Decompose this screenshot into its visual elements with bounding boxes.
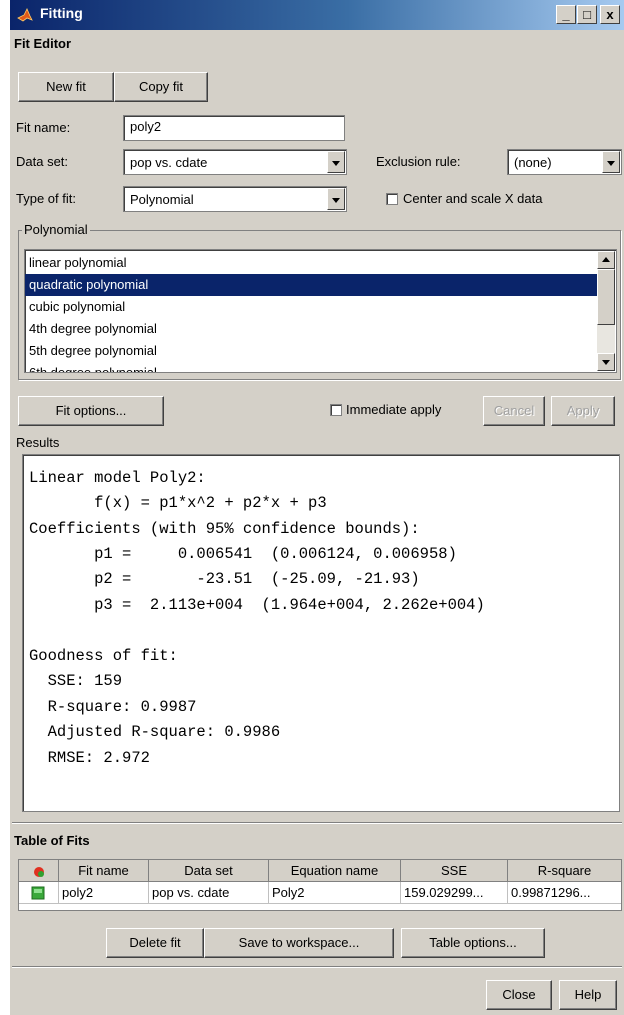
center-scale-checkbox[interactable] [386, 193, 398, 205]
fit-name-input[interactable]: poly2 [123, 115, 345, 141]
type-of-fit-select[interactable]: Polynomial [123, 186, 347, 212]
result-line: p1 = 0.006541 (0.006124, 0.006958) [29, 545, 457, 563]
center-scale-label: Center and scale X data [403, 191, 543, 206]
results-heading: Results [16, 435, 60, 450]
chevron-down-icon[interactable] [327, 151, 345, 173]
column-header-data-set[interactable]: Data set [149, 860, 269, 882]
divider [12, 822, 622, 824]
cancel-button[interactable]: Cancel [483, 396, 545, 426]
list-item[interactable]: linear polynomial [25, 252, 598, 274]
result-line: Linear model Poly2: [29, 469, 206, 487]
chevron-down-icon[interactable] [327, 188, 345, 210]
delete-fit-button[interactable]: Delete fit [106, 928, 204, 958]
table-cell[interactable]: Poly2 [269, 882, 401, 904]
immediate-apply-checkbox[interactable] [330, 404, 342, 416]
fit-editor-heading: Fit Editor [14, 36, 72, 51]
row-status-cell[interactable] [19, 882, 59, 904]
chevron-down-icon[interactable] [602, 151, 620, 173]
list-item[interactable]: 4th degree polynomial [25, 318, 598, 340]
close-window-button[interactable]: x [600, 5, 620, 24]
result-line: SSE: 159 [29, 672, 123, 690]
result-line: RMSE: 2.972 [29, 749, 150, 767]
fit-options-button[interactable]: Fit options... [18, 396, 164, 426]
column-header-sse[interactable]: SSE [401, 860, 508, 882]
results-panel: Linear model Poly2: f(x) = p1*x^2 + p2*x… [22, 454, 620, 812]
polynomial-list[interactable]: linear polynomial quadratic polynomial c… [24, 249, 617, 373]
fit-status-icon [33, 866, 44, 877]
result-line: Adjusted R-square: 0.9986 [29, 723, 281, 741]
result-line: p2 = -23.51 (-25.09, -21.93) [29, 570, 420, 588]
data-set-select[interactable]: pop vs. cdate [123, 149, 347, 175]
column-header-r-square[interactable]: R-square [508, 860, 621, 882]
apply-button[interactable]: Apply [551, 396, 615, 426]
divider [12, 966, 622, 968]
column-header-fit-name[interactable]: Fit name [59, 860, 149, 882]
fit-name-label: Fit name: [16, 120, 71, 135]
scroll-down-icon[interactable] [597, 353, 615, 371]
title-bar[interactable]: Fitting _ □ x [10, 0, 624, 30]
column-header-equation-name[interactable]: Equation name [269, 860, 401, 882]
close-button[interactable]: Close [486, 980, 552, 1010]
list-item[interactable]: cubic polynomial [25, 296, 598, 318]
fit-ok-icon [31, 886, 45, 900]
data-set-value: pop vs. cdate [130, 155, 208, 170]
result-line: p3 = 2.113e+004 (1.964e+004, 2.262e+004) [29, 596, 485, 614]
result-line: R-square: 0.9987 [29, 698, 197, 716]
new-fit-button[interactable]: New fit [18, 72, 114, 102]
copy-fit-button[interactable]: Copy fit [114, 72, 208, 102]
minimize-button[interactable]: _ [556, 5, 576, 24]
help-button[interactable]: Help [559, 980, 617, 1010]
fits-table[interactable]: Fit name Data set Equation name SSE R-sq… [18, 859, 622, 911]
list-item-selected[interactable]: quadratic polynomial [25, 274, 598, 296]
save-to-workspace-button[interactable]: Save to workspace... [204, 928, 394, 958]
immediate-apply-label: Immediate apply [346, 402, 442, 417]
table-options-button[interactable]: Table options... [401, 928, 545, 958]
type-of-fit-value: Polynomial [130, 192, 194, 207]
exclusion-rule-label: Exclusion rule: [376, 154, 461, 169]
result-line: Goodness of fit: [29, 647, 178, 665]
table-cell[interactable]: pop vs. cdate [149, 882, 269, 904]
table-header-icon-cell[interactable] [19, 860, 59, 882]
result-line: f(x) = p1*x^2 + p2*x + p3 [29, 494, 327, 512]
polynomial-group-label: Polynomial [22, 222, 90, 237]
table-cell[interactable]: poly2 [59, 882, 149, 904]
type-of-fit-label: Type of fit: [16, 191, 76, 206]
result-line: Coefficients (with 95% confidence bounds… [29, 520, 420, 538]
polynomial-list-scrollbar[interactable] [597, 251, 615, 371]
data-set-label: Data set: [16, 154, 69, 169]
scroll-up-icon[interactable] [597, 251, 615, 269]
exclusion-rule-value: (none) [514, 155, 552, 170]
table-cell[interactable]: 0.99871296... [508, 882, 621, 904]
scroll-thumb[interactable] [597, 269, 615, 325]
window-title: Fitting [40, 5, 83, 21]
table-of-fits-heading: Table of Fits [14, 833, 90, 848]
table-cell[interactable]: 159.029299... [401, 882, 508, 904]
exclusion-rule-select[interactable]: (none) [507, 149, 622, 175]
fitting-window: Fitting _ □ x Fit Editor New fit Copy fi… [10, 0, 624, 1015]
list-item[interactable]: 5th degree polynomial [25, 340, 598, 362]
maximize-button[interactable]: □ [577, 5, 597, 24]
matlab-icon [17, 8, 33, 22]
polynomial-list-items: linear polynomial quadratic polynomial c… [25, 252, 598, 372]
list-item[interactable]: 6th degree polynomial [25, 362, 598, 372]
